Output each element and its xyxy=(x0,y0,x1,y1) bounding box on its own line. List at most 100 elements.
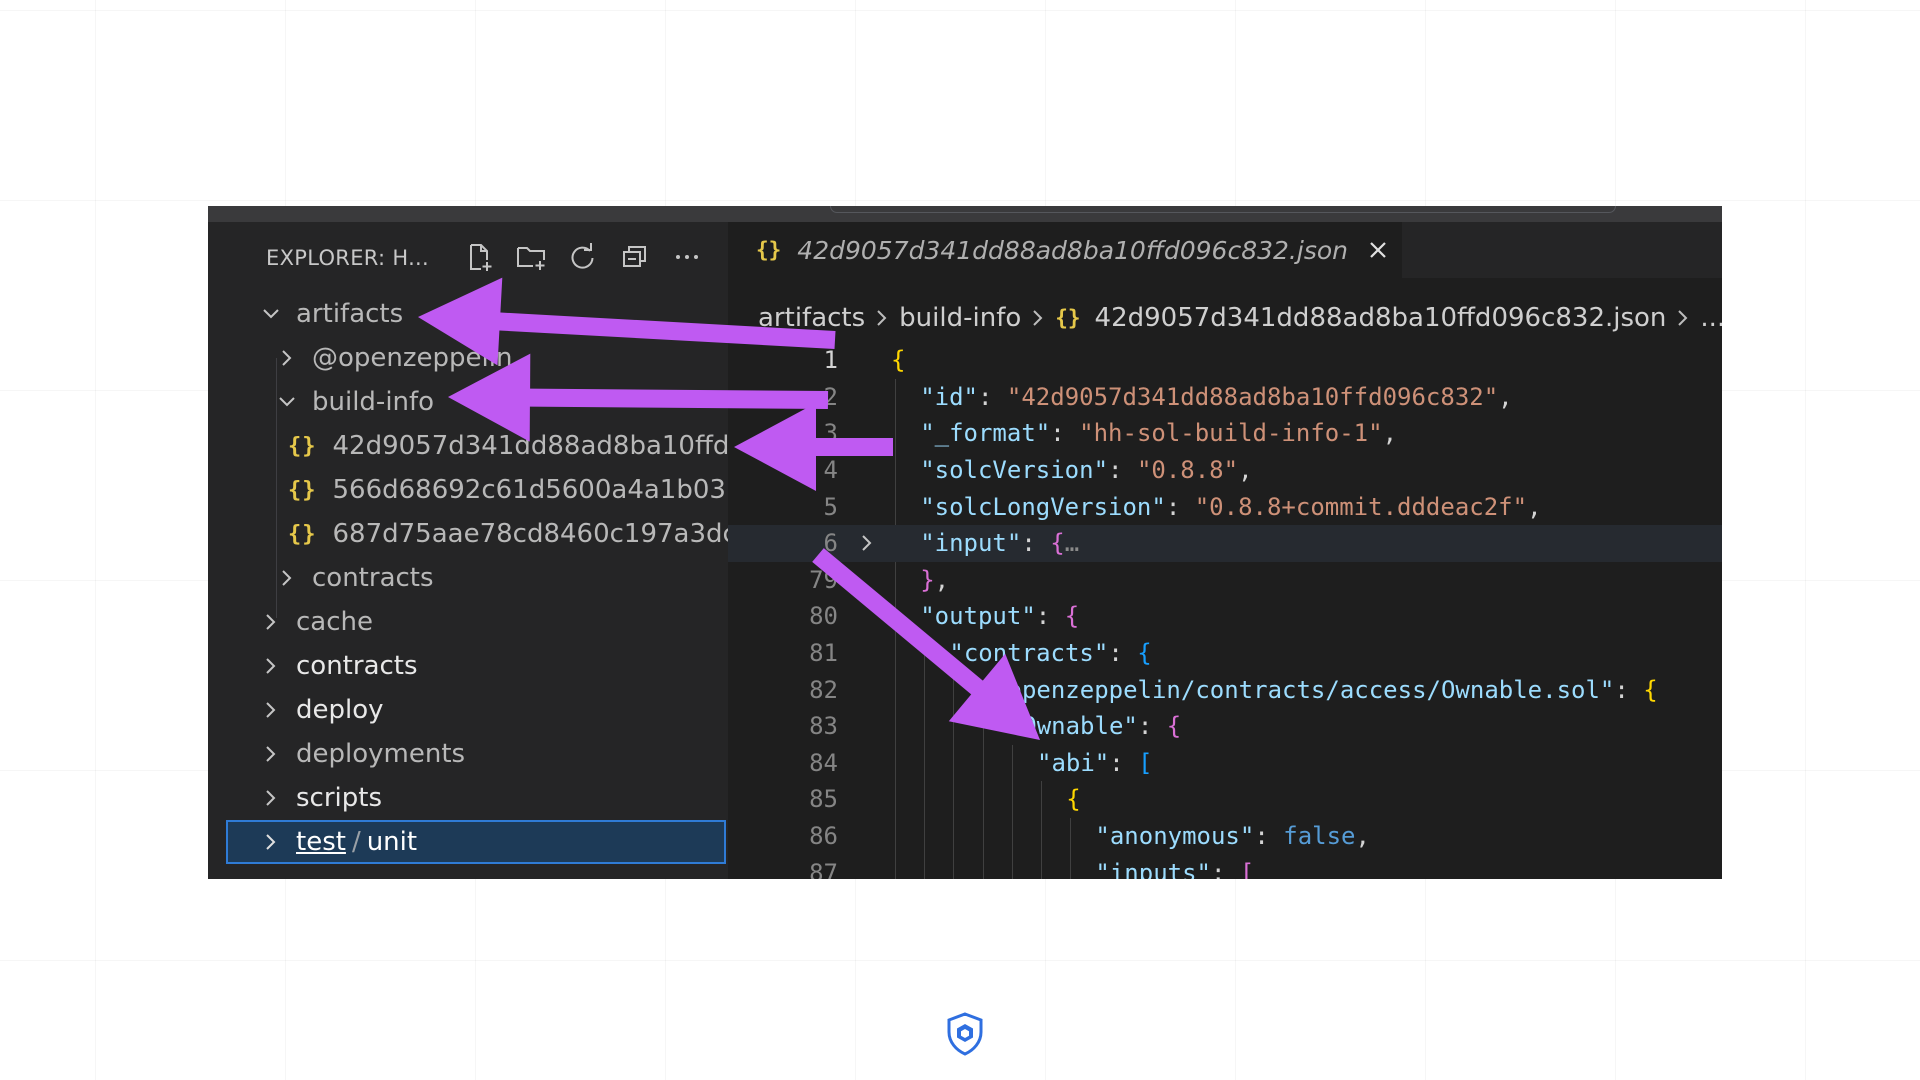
chevron-down-icon xyxy=(276,391,298,413)
code-token: : xyxy=(1614,676,1643,704)
breadcrumb-more[interactable]: ... xyxy=(1700,303,1722,333)
more-icon[interactable] xyxy=(670,240,704,274)
code-line[interactable]: 86"anonymous": false, xyxy=(728,818,1722,855)
tree-item-scripts[interactable]: scripts xyxy=(226,776,726,820)
refresh-icon[interactable] xyxy=(566,240,600,274)
code-line[interactable]: 84 "abi": [ xyxy=(728,745,1722,782)
json-file-icon: {} xyxy=(756,238,781,262)
line-number: 85 xyxy=(728,785,838,813)
tree-item-contracts-sub[interactable]: contracts xyxy=(226,556,726,600)
code-token: : xyxy=(1021,529,1050,557)
tree-item-file[interactable]: {} 566d68692c61d5600a4a1b03... xyxy=(226,468,726,512)
shield-logo xyxy=(946,1012,984,1056)
code-token: , xyxy=(1498,383,1512,411)
new-folder-icon[interactable] xyxy=(514,240,548,274)
code-token: , xyxy=(935,566,949,594)
tree-item-cache[interactable]: cache xyxy=(226,600,726,644)
code-token: : xyxy=(1138,712,1167,740)
tree-item-label: 687d75aae78cd8460c197a3dc... xyxy=(333,519,762,549)
tree-item-deploy[interactable]: deploy xyxy=(226,688,726,732)
tab-label: 42d9057d341dd88ad8ba10ffd096c832.json xyxy=(797,236,1348,265)
tree-item-openzeppelin[interactable]: @openzeppelin xyxy=(226,336,726,380)
code-line[interactable]: 4 "solcVersion": "0.8.8", xyxy=(728,452,1722,489)
collapse-all-icon[interactable] xyxy=(618,240,652,274)
tree-item-deployments[interactable]: deployments xyxy=(226,732,726,776)
tree-item-label-unit: unit xyxy=(367,827,417,857)
code-line[interactable]: 85 { xyxy=(728,781,1722,818)
tree-item-file[interactable]: {} 42d9057d341dd88ad8ba10ffd... xyxy=(226,424,726,468)
breadcrumb-file[interactable]: 42d9057d341dd88ad8ba10ffd096c832.json xyxy=(1095,303,1667,333)
code-token: { xyxy=(1050,529,1064,557)
line-number: 82 xyxy=(728,676,838,704)
explorer-sidebar: EXPLORER: H... xyxy=(226,222,728,879)
explorer-header: EXPLORER: H... xyxy=(226,222,728,288)
code-line[interactable]: 3 "_format": "hh-sol-build-info-1", xyxy=(728,415,1722,452)
chevron-right-icon xyxy=(276,567,298,589)
tree-item-build-info[interactable]: build-info xyxy=(226,380,726,424)
tree-item-test-unit[interactable]: test / unit xyxy=(226,820,726,864)
code-token: [ xyxy=(1138,749,1152,777)
tree-item-label-test: test xyxy=(296,827,346,857)
code-line[interactable]: 80"output": { xyxy=(728,598,1722,635)
tree-item-label: contracts xyxy=(296,651,418,681)
code-token: false xyxy=(1283,822,1355,850)
fold-chevron-icon[interactable] xyxy=(856,533,878,553)
tree-item-artifacts[interactable]: artifacts xyxy=(226,292,726,336)
code-line[interactable]: 2"id": "42d9057d341dd88ad8ba10ffd096c832… xyxy=(728,379,1722,416)
code-token: "solcLongVersion" xyxy=(920,493,1166,521)
line-number: 3 xyxy=(728,419,838,447)
code-line[interactable]: 5 "solcLongVersion": "0.8.8+commit.dddeac… xyxy=(728,488,1722,525)
chevron-right-icon xyxy=(276,347,298,369)
close-icon[interactable] xyxy=(1364,236,1392,264)
title-strip xyxy=(208,206,1722,222)
code-line[interactable]: 79}, xyxy=(728,562,1722,599)
code-token: : xyxy=(1166,493,1195,521)
code-token: { xyxy=(1065,602,1079,630)
tree-item-label: deployments xyxy=(296,739,465,769)
code-token: { xyxy=(1066,785,1080,813)
code-token: "0.8.8" xyxy=(1137,456,1238,484)
line-number: 80 xyxy=(728,602,838,630)
code-line[interactable]: 83"Ownable": { xyxy=(728,708,1722,745)
line-number: 5 xyxy=(728,493,838,521)
code-line[interactable]: 6"input": {… xyxy=(728,525,1722,562)
tree-item-label: artifacts xyxy=(296,299,403,329)
code-token: : xyxy=(1050,419,1079,447)
code-text: { xyxy=(891,346,905,374)
json-file-icon: {} xyxy=(288,434,317,459)
line-number: 87 xyxy=(728,859,838,879)
line-number: 4 xyxy=(728,456,838,484)
code-token: } xyxy=(920,566,934,594)
code-text: "_format": "hh-sol-build-info-1", xyxy=(920,419,1397,447)
code-token: : xyxy=(1109,749,1138,777)
chevron-right-icon xyxy=(260,831,282,853)
breadcrumb-artifacts[interactable]: artifacts xyxy=(758,303,865,333)
chevron-right-icon xyxy=(260,743,282,765)
code-line[interactable]: 87"inputs": [ xyxy=(728,854,1722,879)
code-line[interactable]: 82 "@openzeppelin/contracts/access/Ownabl… xyxy=(728,671,1722,708)
code-text: }, xyxy=(920,566,949,594)
code-token: "42d9057d341dd88ad8ba10ffd096c832" xyxy=(1007,383,1498,411)
code-view[interactable]: 1{2"id": "42d9057d341dd88ad8ba10ffd096c8… xyxy=(728,342,1722,879)
tree-item-contracts[interactable]: contracts xyxy=(226,644,726,688)
code-token: "0.8.8+commit.dddeac2f" xyxy=(1195,493,1527,521)
code-text: "abi": [ xyxy=(1037,749,1153,777)
json-file-icon: {} xyxy=(1055,306,1080,330)
code-token: : xyxy=(1108,456,1137,484)
code-token: : xyxy=(1036,602,1065,630)
tree-item-file[interactable]: {} 687d75aae78cd8460c197a3dc... xyxy=(226,512,726,556)
tab-active-file[interactable]: {} 42d9057d341dd88ad8ba10ffd096c832.json xyxy=(728,222,1402,278)
code-token: [ xyxy=(1240,859,1254,879)
breadcrumb-build-info[interactable]: build-info xyxy=(899,303,1021,333)
code-line[interactable]: 81"contracts": { xyxy=(728,635,1722,672)
code-token: "_format" xyxy=(920,419,1050,447)
code-line[interactable]: 1{ xyxy=(728,342,1722,379)
code-token: : xyxy=(1211,859,1240,879)
new-file-icon[interactable] xyxy=(462,240,496,274)
chevron-right-icon xyxy=(260,699,282,721)
code-text: "Ownable": { xyxy=(1008,712,1181,740)
code-token: "@openzeppelin/contracts/access/Ownable.… xyxy=(979,676,1615,704)
code-text: "solcVersion": "0.8.8", xyxy=(920,456,1252,484)
line-number: 84 xyxy=(728,749,838,777)
tab-bar: {} 42d9057d341dd88ad8ba10ffd096c832.json xyxy=(728,222,1722,278)
